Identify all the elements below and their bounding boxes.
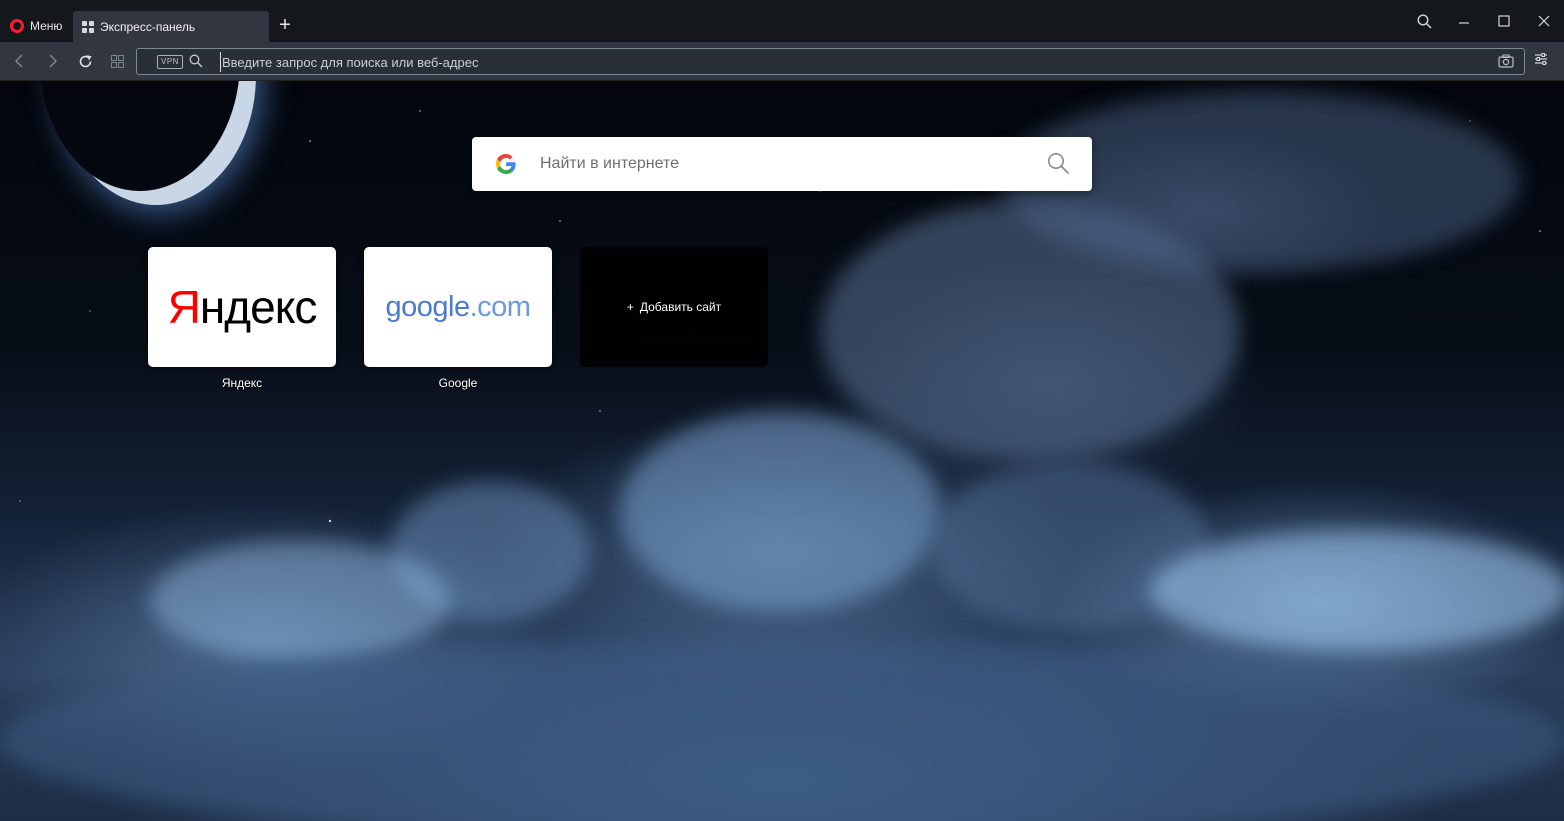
minimize-button[interactable]: [1444, 0, 1484, 42]
speed-dial-icon: [82, 20, 94, 33]
chevron-right-icon: [49, 54, 58, 68]
add-site-button[interactable]: + Добавить сайт: [580, 247, 768, 367]
new-tab-button[interactable]: +: [275, 13, 295, 37]
forward-button[interactable]: [41, 50, 63, 72]
tab-search-button[interactable]: [1404, 0, 1444, 42]
google-g-icon: [496, 154, 516, 174]
yandex-logo: Яндекс: [167, 281, 318, 333]
back-button[interactable]: [9, 50, 31, 72]
browser-window: Меню Экспресс-панель + VPN Введите запро…: [0, 0, 1564, 821]
close-icon: [1538, 15, 1550, 27]
minimize-icon: [1459, 22, 1469, 24]
tab-label: Экспресс-панель: [100, 19, 196, 34]
opera-menu-button[interactable]: Меню: [6, 11, 70, 41]
yandex-logo-first-letter: Я: [167, 281, 201, 333]
speed-dial-button[interactable]: [106, 50, 128, 72]
search-icon: [189, 54, 203, 68]
web-search-input[interactable]: [540, 151, 1020, 177]
navigation-bar: VPN: [0, 42, 1564, 81]
tab-speed-dial[interactable]: Экспресс-панель: [73, 11, 269, 42]
speed-dial-label[interactable]: Яндекс: [148, 376, 336, 390]
window-controls: [1404, 0, 1564, 42]
vpn-badge[interactable]: VPN: [157, 55, 183, 69]
address-input[interactable]: [220, 52, 1420, 72]
yandex-logo-rest: ндекс: [199, 281, 317, 333]
speed-dial-google[interactable]: google.com: [364, 247, 552, 367]
close-button[interactable]: [1524, 0, 1564, 42]
web-search-box[interactable]: [472, 137, 1092, 191]
reload-icon: [79, 54, 91, 67]
add-site-label: Добавить сайт: [639, 300, 722, 314]
menu-label: Меню: [30, 19, 63, 33]
speed-dial-page: Яндекс Яндекс google.com Google + Добави…: [0, 81, 1564, 821]
easy-setup-icon[interactable]: [1534, 52, 1548, 66]
wallpaper-cloud: [620, 411, 940, 611]
google-logo-main: google: [385, 290, 471, 323]
chevron-left-icon: [14, 54, 23, 68]
maximize-icon: [1498, 15, 1510, 27]
reload-button[interactable]: [74, 50, 96, 72]
plus-icon: +: [626, 300, 634, 314]
speed-dial-yandex[interactable]: Яндекс: [148, 247, 336, 367]
opera-logo-icon: [10, 19, 24, 33]
address-bar[interactable]: VPN: [136, 48, 1525, 75]
search-icon: [1416, 13, 1432, 29]
title-bar: Меню Экспресс-панель +: [0, 0, 1564, 42]
camera-icon[interactable]: [1498, 54, 1514, 68]
maximize-button[interactable]: [1484, 0, 1524, 42]
google-logo: google.com: [386, 291, 531, 324]
wallpaper-cloud: [150, 541, 450, 661]
search-icon[interactable]: [1047, 152, 1070, 175]
speed-dial-label[interactable]: Google: [364, 376, 552, 390]
wallpaper-cloud: [1150, 531, 1564, 651]
google-logo-domain: .com: [469, 290, 531, 323]
grid-icon: [110, 54, 124, 68]
